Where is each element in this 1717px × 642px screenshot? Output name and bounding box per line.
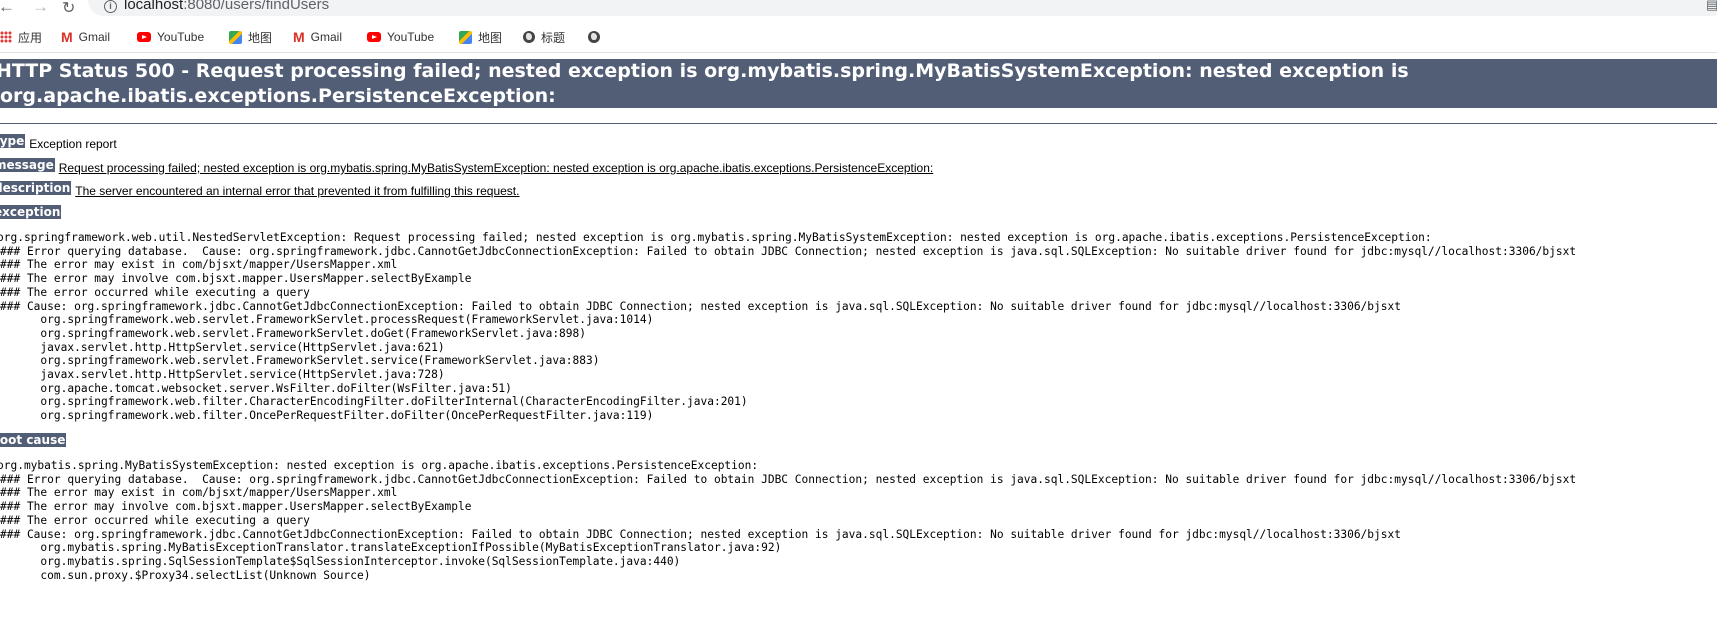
message-value: Request processing failed; nested except… bbox=[58, 161, 934, 175]
bookmark-label: 标题 bbox=[541, 30, 566, 45]
globe-icon bbox=[523, 31, 535, 43]
bookmark-globe[interactable] bbox=[588, 27, 606, 47]
extension-icon[interactable]: ▤ bbox=[1706, 0, 1717, 13]
bookmarks-bar: 应用 M Gmail YouTube 地图 M Gmail YouTube 地图… bbox=[0, 24, 1717, 53]
type-row: typeException report bbox=[0, 134, 117, 151]
reload-icon[interactable]: ↻ bbox=[62, 0, 75, 18]
url-text[interactable]: localhost:8080/users/findUsers bbox=[124, 0, 329, 13]
description-value: The server encountered an internal error… bbox=[75, 184, 520, 198]
exception-row: exception bbox=[0, 205, 65, 222]
url-path: :8080/users/findUsers bbox=[183, 0, 330, 13]
type-label: type bbox=[0, 134, 26, 148]
root-cause-row: root cause bbox=[0, 433, 70, 450]
description-row: description The server encountered an int… bbox=[0, 181, 519, 198]
bookmark-label: Gmail bbox=[310, 30, 343, 44]
bookmark-youtube[interactable]: YouTube bbox=[137, 27, 204, 47]
forward-arrow-icon[interactable]: → bbox=[32, 0, 49, 17]
gmail-icon: M bbox=[293, 29, 305, 45]
globe-icon bbox=[588, 31, 600, 43]
message-row: message Request processing failed; nested… bbox=[0, 158, 933, 175]
bookmark-label: YouTube bbox=[157, 30, 205, 44]
address-bar[interactable] bbox=[88, 0, 1717, 16]
root-cause-stack-trace: org.mybatis.spring.MyBatisSystemExceptio… bbox=[0, 459, 1577, 582]
bookmark-label: YouTube bbox=[387, 30, 435, 44]
back-arrow-icon[interactable]: ← bbox=[0, 0, 15, 17]
description-label: description bbox=[0, 181, 72, 195]
bookmark-maps-2[interactable]: 地图 bbox=[459, 27, 502, 47]
bookmark-label: 地图 bbox=[248, 30, 273, 45]
bookmark-label: 地图 bbox=[478, 30, 503, 45]
info-icon[interactable]: i bbox=[104, 0, 117, 13]
title-line-1: HTTP Status 500 - Request processing fai… bbox=[0, 60, 1409, 82]
title-line-2: org.apache.ibatis.exceptions.Persistence… bbox=[0, 85, 556, 107]
bookmark-label: Gmail bbox=[78, 30, 111, 44]
type-value: Exception report bbox=[29, 137, 117, 151]
exception-stack-trace: org.springframework.web.util.NestedServl… bbox=[0, 231, 1577, 423]
page-title: HTTP Status 500 - Request processing fai… bbox=[0, 59, 1717, 108]
divider bbox=[0, 123, 1717, 124]
bookmark-youtube-2[interactable]: YouTube bbox=[367, 27, 434, 47]
bookmark-apps[interactable]: 应用 bbox=[0, 27, 42, 47]
message-label: message bbox=[0, 158, 55, 172]
root-cause-label: root cause bbox=[0, 433, 67, 447]
apps-grid-icon bbox=[0, 31, 12, 43]
browser-toolbar: ← → ↻ i localhost:8080/users/findUsers ▤ bbox=[0, 0, 1717, 20]
bookmark-label: 应用 bbox=[18, 30, 43, 45]
bookmark-gmail[interactable]: M Gmail bbox=[61, 27, 110, 47]
bookmark-title[interactable]: 标题 bbox=[523, 27, 565, 47]
maps-icon bbox=[229, 30, 242, 44]
bookmark-maps[interactable]: 地图 bbox=[229, 27, 272, 47]
url-host: localhost bbox=[124, 0, 184, 13]
youtube-icon bbox=[367, 32, 381, 42]
bookmark-gmail-2[interactable]: M Gmail bbox=[293, 27, 342, 47]
exception-label: exception bbox=[0, 205, 62, 219]
gmail-icon: M bbox=[61, 29, 73, 45]
youtube-icon bbox=[137, 32, 151, 42]
maps-icon bbox=[459, 30, 472, 44]
